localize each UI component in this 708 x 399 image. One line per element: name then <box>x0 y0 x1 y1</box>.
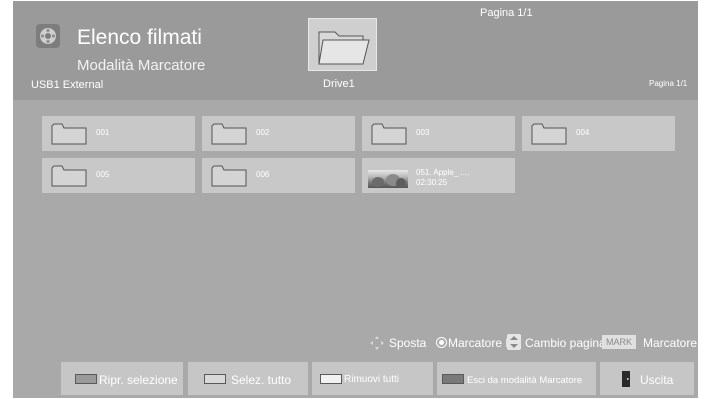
select-all-button[interactable]: Selez. tutto <box>188 362 308 395</box>
folder-item[interactable]: 005 <box>42 158 195 193</box>
video-thumbnail <box>368 170 408 188</box>
remove-all-label: Rimuovi tutti <box>344 374 400 385</box>
folder-item[interactable]: 001 <box>42 116 195 151</box>
helper-bar: Sposta Marcatore P Cambio pagina MARK Ma… <box>13 325 698 359</box>
folder-icon <box>531 123 567 145</box>
red-key-icon <box>75 374 97 384</box>
video-name: 051. Apple_ .... <box>416 168 470 177</box>
folder-item[interactable]: 003 <box>362 116 515 151</box>
folder-item[interactable]: 004 <box>522 116 675 151</box>
file-grid: 001 002 003 004 005 006 051. Apple_ ....… <box>13 100 698 325</box>
folder-icon <box>318 31 370 65</box>
restore-selection-button[interactable]: Ripr. selezione <box>61 362 183 395</box>
help-page-label: Cambio pagina <box>525 336 606 350</box>
folder-icon <box>211 165 247 187</box>
select-all-label: Selez. tutto <box>231 373 292 387</box>
exit-door-icon <box>622 371 630 387</box>
mark-key-badge: MARK <box>602 335 637 349</box>
drive-label: Drive1 <box>323 78 355 90</box>
folder-icon <box>51 123 87 145</box>
folder-name: 004 <box>576 128 590 137</box>
exit-label: Uscita <box>640 373 674 387</box>
ok-button-icon <box>436 337 447 348</box>
folder-name: 005 <box>96 170 110 179</box>
exit-button[interactable]: Uscita <box>600 362 694 395</box>
screen: Elenco filmati Modalità Marcatore USB1 E… <box>13 1 698 398</box>
header: Elenco filmati Modalità Marcatore USB1 E… <box>13 1 698 100</box>
folder-item[interactable]: 002 <box>202 116 355 151</box>
help-marker-label: Marcatore P <box>448 336 513 350</box>
page-up-down-icon <box>507 334 521 350</box>
folder-name: 002 <box>256 128 270 137</box>
folder-name: 003 <box>416 128 430 137</box>
page-title: Elenco filmati <box>77 26 202 49</box>
mode-label: Modalità Marcatore <box>77 57 206 74</box>
page-indicator: Pagina 1/1 <box>480 7 533 19</box>
navigation-arrows-icon <box>370 336 384 350</box>
green-key-icon <box>204 374 226 384</box>
help-mark-label: Marcatore <box>643 336 698 350</box>
button-bar: Ripr. selezione Selez. tutto Rimuovi tut… <box>13 359 698 398</box>
video-item[interactable]: 051. Apple_ .... 02:30:25 <box>362 158 515 193</box>
exit-marker-mode-button[interactable]: Esci da modalità Marcatore <box>437 362 596 395</box>
device-label: USB1 External <box>31 79 104 91</box>
folder-icon <box>211 123 247 145</box>
drive-folder-button[interactable] <box>308 18 377 71</box>
exit-marker-mode-label: Esci da modalità Marcatore <box>467 375 583 386</box>
help-move-label: Sposta <box>389 336 427 350</box>
folder-name: 006 <box>256 170 270 179</box>
blue-key-icon <box>442 374 464 384</box>
folder-item[interactable]: 006 <box>202 158 355 193</box>
movie-list-icon <box>35 23 61 49</box>
remove-all-button[interactable]: Rimuovi tutti <box>312 362 433 395</box>
folder-icon <box>371 123 407 145</box>
yellow-key-icon <box>320 374 342 384</box>
video-duration: 02:30:25 <box>416 178 448 187</box>
page-indicator-small: Pagina 1/1 <box>649 79 688 88</box>
restore-selection-label: Ripr. selezione <box>99 373 178 387</box>
folder-icon <box>51 165 87 187</box>
folder-name: 001 <box>96 128 110 137</box>
